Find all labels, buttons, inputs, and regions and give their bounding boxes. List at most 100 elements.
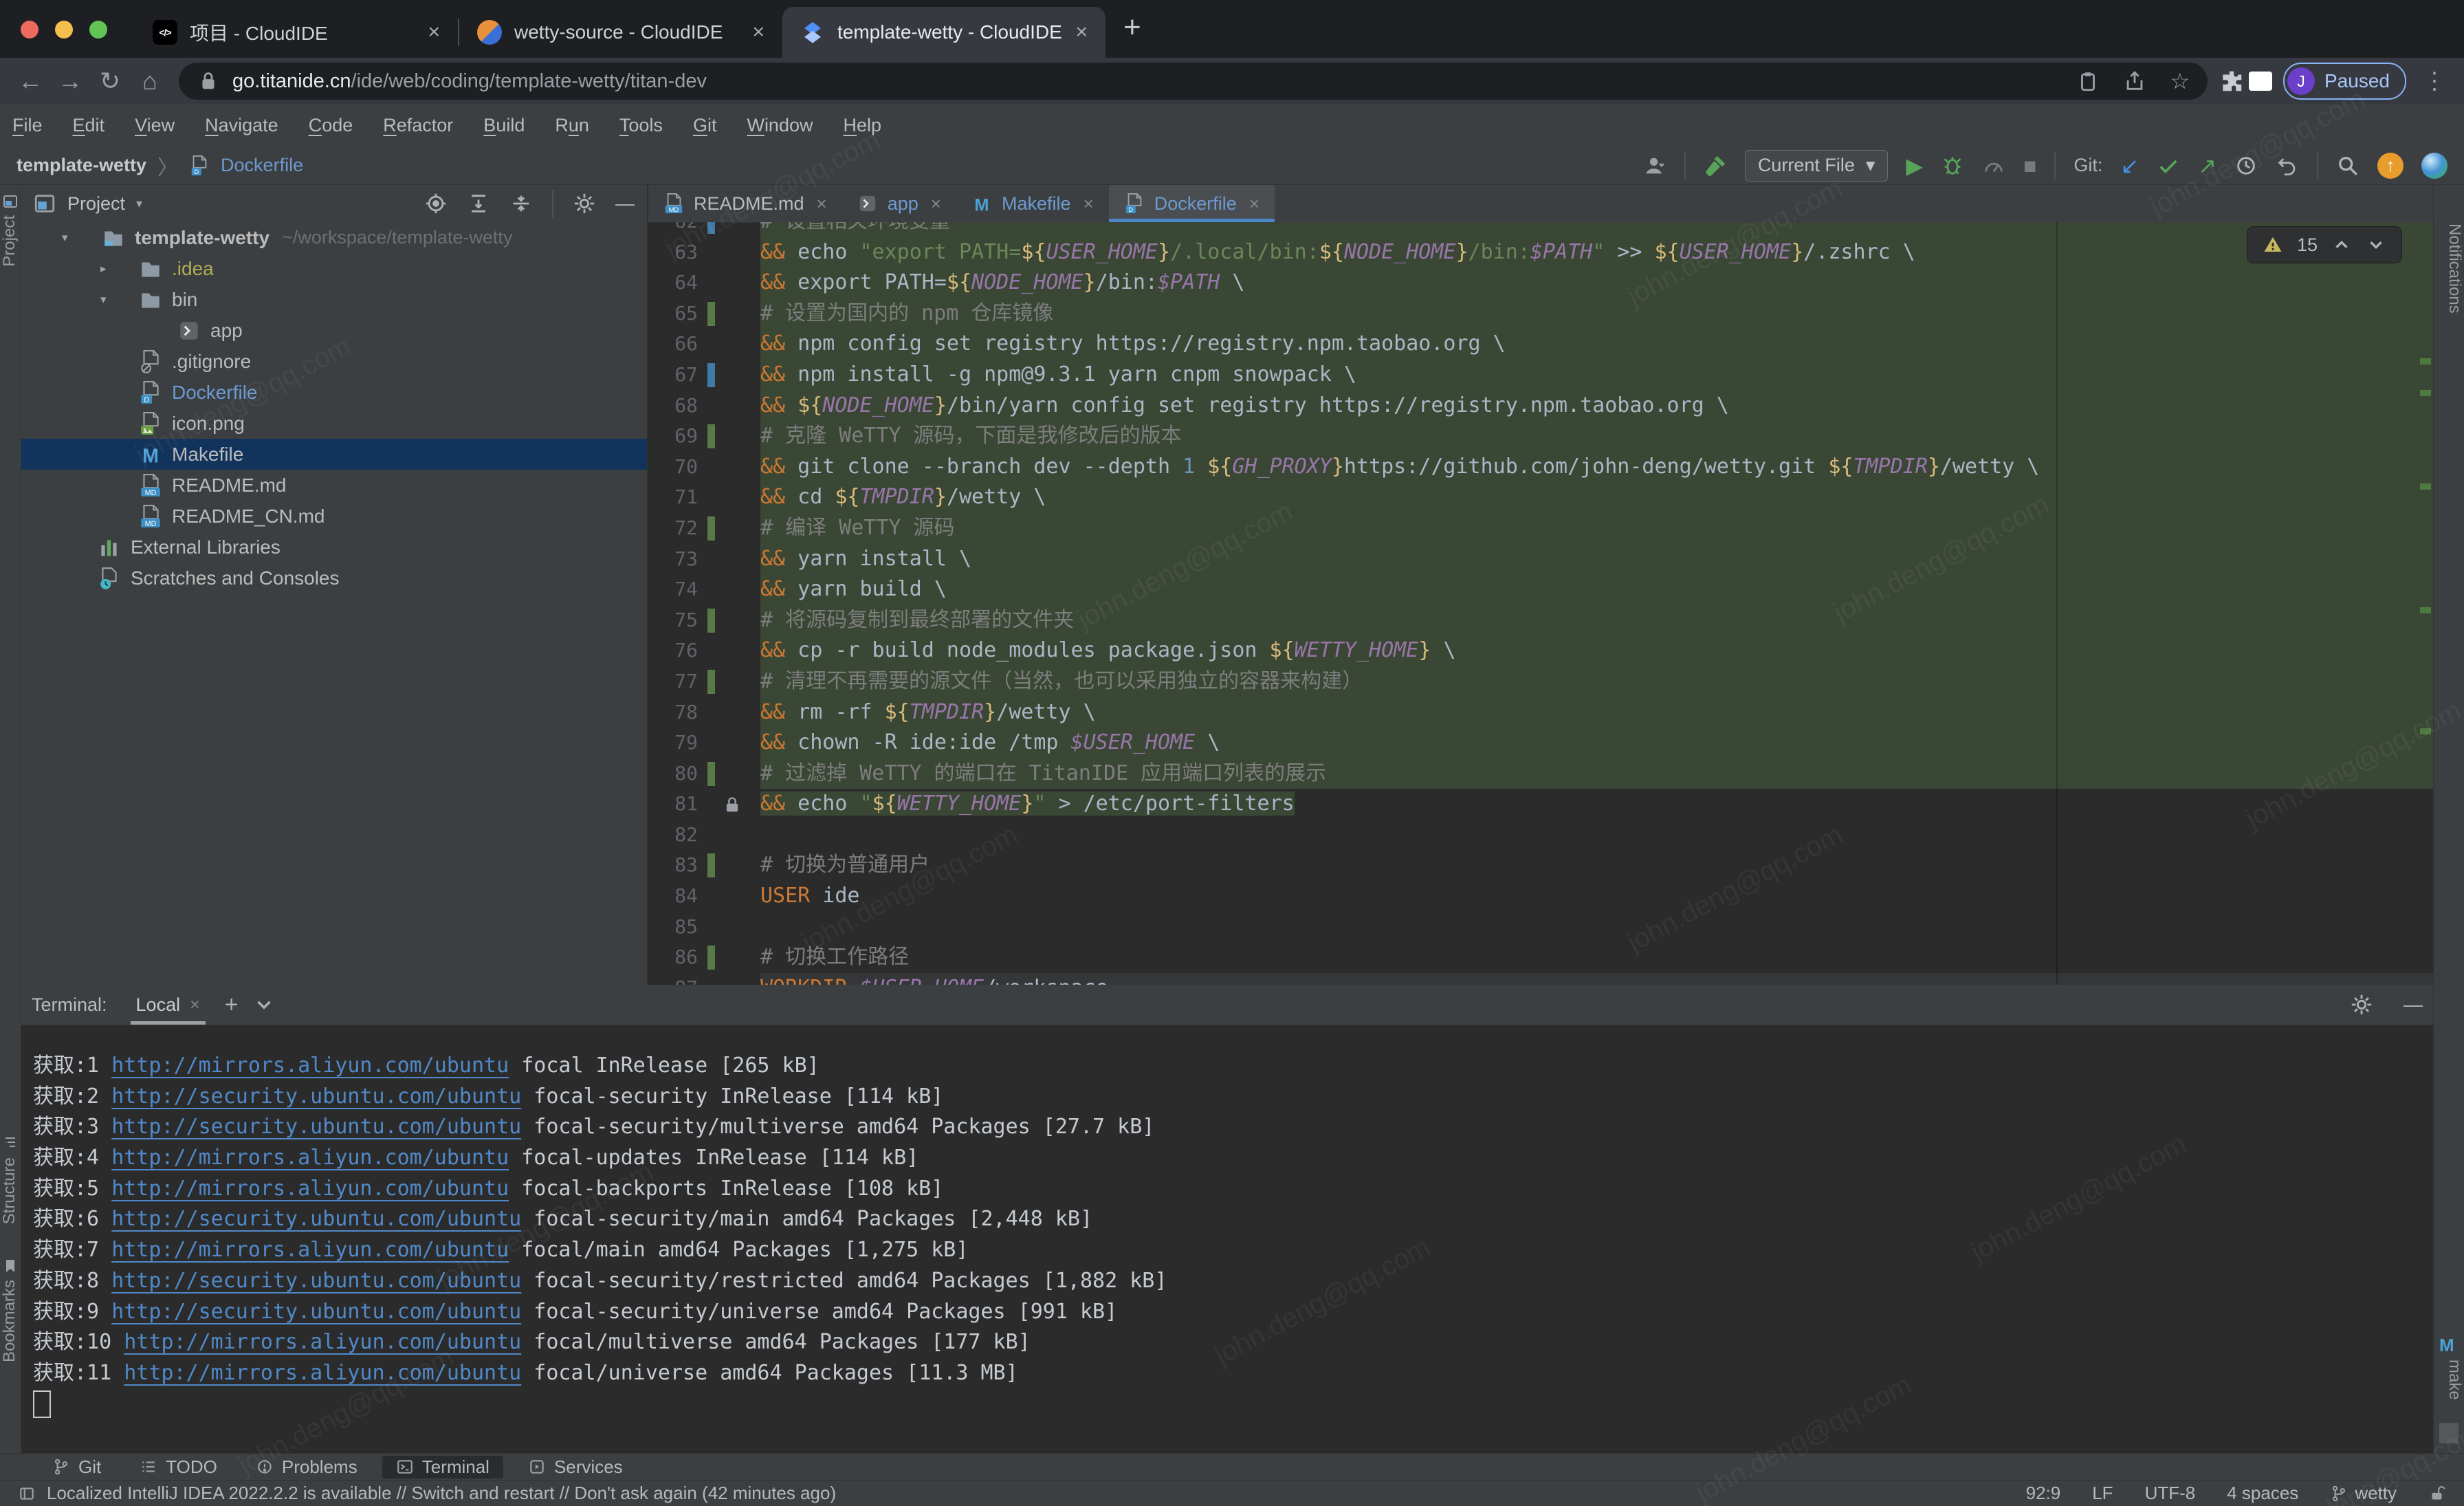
terminal-link[interactable]: http://mirrors.aliyun.com/ubuntu xyxy=(111,1238,509,1262)
unlocked-icon[interactable] xyxy=(2428,1485,2446,1503)
editor-tab-dockerfile[interactable]: DDockerfile× xyxy=(1109,185,1275,222)
toolwindow-button-todo[interactable]: TODO xyxy=(126,1456,231,1478)
terminal-link[interactable]: http://mirrors.aliyun.com/ubuntu xyxy=(124,1361,521,1385)
next-issue-chevron-icon[interactable] xyxy=(2366,234,2386,255)
git-branch[interactable]: wetty xyxy=(2330,1483,2397,1504)
menu-build[interactable]: Build xyxy=(483,115,525,136)
menu-refactor[interactable]: Refactor xyxy=(383,115,453,136)
history-clock-icon[interactable] xyxy=(2234,154,2258,177)
git-commit-check-icon[interactable] xyxy=(2157,154,2180,177)
expand-all-icon[interactable] xyxy=(467,192,490,215)
menu-code[interactable]: Code xyxy=(309,115,353,136)
menu-navigate[interactable]: Navigate xyxy=(205,115,278,136)
terminal-link[interactable]: http://mirrors.aliyun.com/ubuntu xyxy=(111,1177,509,1201)
build-hammer-icon[interactable] xyxy=(1704,154,1727,177)
collapse-all-icon[interactable] xyxy=(509,192,533,215)
git-update-icon[interactable]: ↙ xyxy=(2120,155,2139,177)
tree-item-dockerfile[interactable]: DDockerfile xyxy=(21,377,647,408)
terminal-dropdown-chevron-icon[interactable] xyxy=(252,993,276,1016)
terminal-output[interactable]: 获取:1 http://mirrors.aliyun.com/ubuntu fo… xyxy=(21,1025,2434,1453)
file-encoding[interactable]: UTF-8 xyxy=(2145,1483,2196,1504)
new-tab-button[interactable]: + xyxy=(1123,12,1141,43)
terminal-settings-gear-icon[interactable] xyxy=(2350,993,2373,1016)
browser-tab[interactable]: template-wetty - CloudIDE× xyxy=(782,7,1106,58)
stripe-label-bookmarks[interactable]: Bookmarks xyxy=(0,1280,21,1362)
run-icon[interactable]: ▶ xyxy=(1906,155,1923,177)
prev-issue-chevron-icon[interactable] xyxy=(2331,234,2352,255)
tree-item-makefile[interactable]: MMakefile xyxy=(21,439,647,470)
tab-close-icon[interactable]: × xyxy=(752,21,764,44)
indent-style[interactable]: 4 spaces xyxy=(2227,1483,2298,1504)
terminal-link[interactable]: http://security.ubuntu.com/ubuntu xyxy=(111,1115,521,1139)
breadcrumb-file[interactable]: Dockerfile xyxy=(221,155,303,176)
close-icon[interactable]: × xyxy=(1249,193,1260,215)
toolwindow-button-services[interactable]: Services xyxy=(514,1456,637,1478)
editor-tab-app[interactable]: app× xyxy=(842,185,956,222)
git-push-icon[interactable]: ↗ xyxy=(2198,155,2216,177)
caret-position[interactable]: 92:9 xyxy=(2026,1483,2061,1504)
breadcrumb-project[interactable]: template-wetty xyxy=(16,155,146,176)
make-stripe-icon[interactable]: M xyxy=(2439,1335,2454,1356)
menu-window[interactable]: Window xyxy=(747,115,813,136)
close-icon[interactable]: × xyxy=(190,995,200,1015)
terminal-link[interactable]: http://mirrors.aliyun.com/ubuntu xyxy=(111,1054,509,1078)
tree-item-bin[interactable]: ▾bin xyxy=(21,284,647,315)
tree-item-app[interactable]: app xyxy=(21,315,647,346)
stripe-label-structure[interactable]: Structure xyxy=(0,1157,21,1224)
settings-gear-icon[interactable] xyxy=(573,192,596,215)
menu-help[interactable]: Help xyxy=(843,115,881,136)
browser-menu-icon[interactable]: ⋮ xyxy=(2423,67,2446,95)
toolwindow-button-problems[interactable]: Problems xyxy=(242,1456,371,1478)
tree-item-scratches-and-consoles[interactable]: Scratches and Consoles xyxy=(21,563,647,593)
project-view-title[interactable]: Project xyxy=(67,193,125,215)
terminal-link[interactable]: http://security.ubuntu.com/ubuntu xyxy=(111,1300,521,1324)
tree-item--gitignore[interactable]: .gitignore xyxy=(21,346,647,377)
search-everywhere-icon[interactable] xyxy=(2336,154,2360,177)
profile-chip[interactable]: J Paused xyxy=(2283,63,2406,100)
fullscreen-window-button[interactable] xyxy=(89,21,107,39)
rollback-icon[interactable] xyxy=(2276,154,2299,177)
project-stripe-icon[interactable] xyxy=(2,193,19,210)
terminal-link[interactable]: http://mirrors.aliyun.com/ubuntu xyxy=(124,1330,521,1354)
menu-view[interactable]: View xyxy=(135,115,175,136)
bookmark-star-icon[interactable]: ☆ xyxy=(2170,70,2190,92)
status-message[interactable]: Localized IntelliJ IDEA 2022.2.2 is avai… xyxy=(47,1483,836,1504)
address-bar[interactable]: go.titanide.cn/ide/web/coding/template-w… xyxy=(179,63,2208,100)
browser-tab[interactable]: wetty-source - CloudIDE× xyxy=(459,7,782,58)
reload-icon[interactable]: ↻ xyxy=(92,67,128,96)
stripe-label-notifications[interactable]: Notifications xyxy=(2434,223,2464,314)
ide-update-icon[interactable]: ↑ xyxy=(2377,153,2404,179)
terminal-tab-local[interactable]: Local × xyxy=(131,985,206,1025)
tree-item-readme-md[interactable]: MDREADME.md xyxy=(21,470,647,501)
forward-icon[interactable]: → xyxy=(52,67,88,96)
tree-chevron-icon[interactable]: ▾ xyxy=(100,293,107,307)
terminal-link[interactable]: http://security.ubuntu.com/ubuntu xyxy=(111,1207,521,1231)
stripe-label-make[interactable]: make xyxy=(2434,1360,2464,1400)
structure-stripe-icon[interactable] xyxy=(2,1135,19,1152)
tree-item-template-wetty[interactable]: ▾template-wetty~/workspace/template-wett… xyxy=(21,222,647,253)
close-window-button[interactable] xyxy=(21,21,38,39)
tree-item-readme-cn-md[interactable]: MDREADME_CN.md xyxy=(21,501,647,532)
home-icon[interactable]: ⌂ xyxy=(132,67,168,96)
status-window-icon[interactable] xyxy=(18,1485,36,1503)
stripe-label-project[interactable]: Project xyxy=(0,215,21,267)
clipboard-icon[interactable] xyxy=(2076,69,2100,93)
close-icon[interactable]: × xyxy=(817,193,827,215)
back-icon[interactable]: ← xyxy=(12,67,48,96)
terminal-link[interactable]: http://security.ubuntu.com/ubuntu xyxy=(111,1269,521,1293)
ide-sync-sphere-icon[interactable] xyxy=(2421,153,2448,179)
toolwindow-button-git[interactable]: Git xyxy=(38,1456,115,1478)
tab-close-icon[interactable]: × xyxy=(428,21,440,44)
line-separator[interactable]: LF xyxy=(2092,1483,2113,1504)
tree-chevron-icon[interactable]: ▸ xyxy=(100,262,107,276)
hide-terminal-icon[interactable]: — xyxy=(2404,995,2423,1014)
tab-close-icon[interactable]: × xyxy=(1075,21,1088,44)
menu-git[interactable]: Git xyxy=(693,115,717,136)
editor-body[interactable]: 62# 设置相关环境变量63&& echo "export PATH=${USE… xyxy=(648,222,2434,985)
minimize-window-button[interactable] xyxy=(55,21,73,39)
profiler-icon[interactable] xyxy=(1982,154,2005,177)
editor-tab-makefile[interactable]: MMakefile× xyxy=(956,185,1109,222)
editor-tab-readme.md[interactable]: MDREADME.md× xyxy=(648,185,842,222)
run-configuration-select[interactable]: Current File ▾ xyxy=(1745,150,1889,182)
profile-settings-icon[interactable] xyxy=(1643,154,1666,177)
